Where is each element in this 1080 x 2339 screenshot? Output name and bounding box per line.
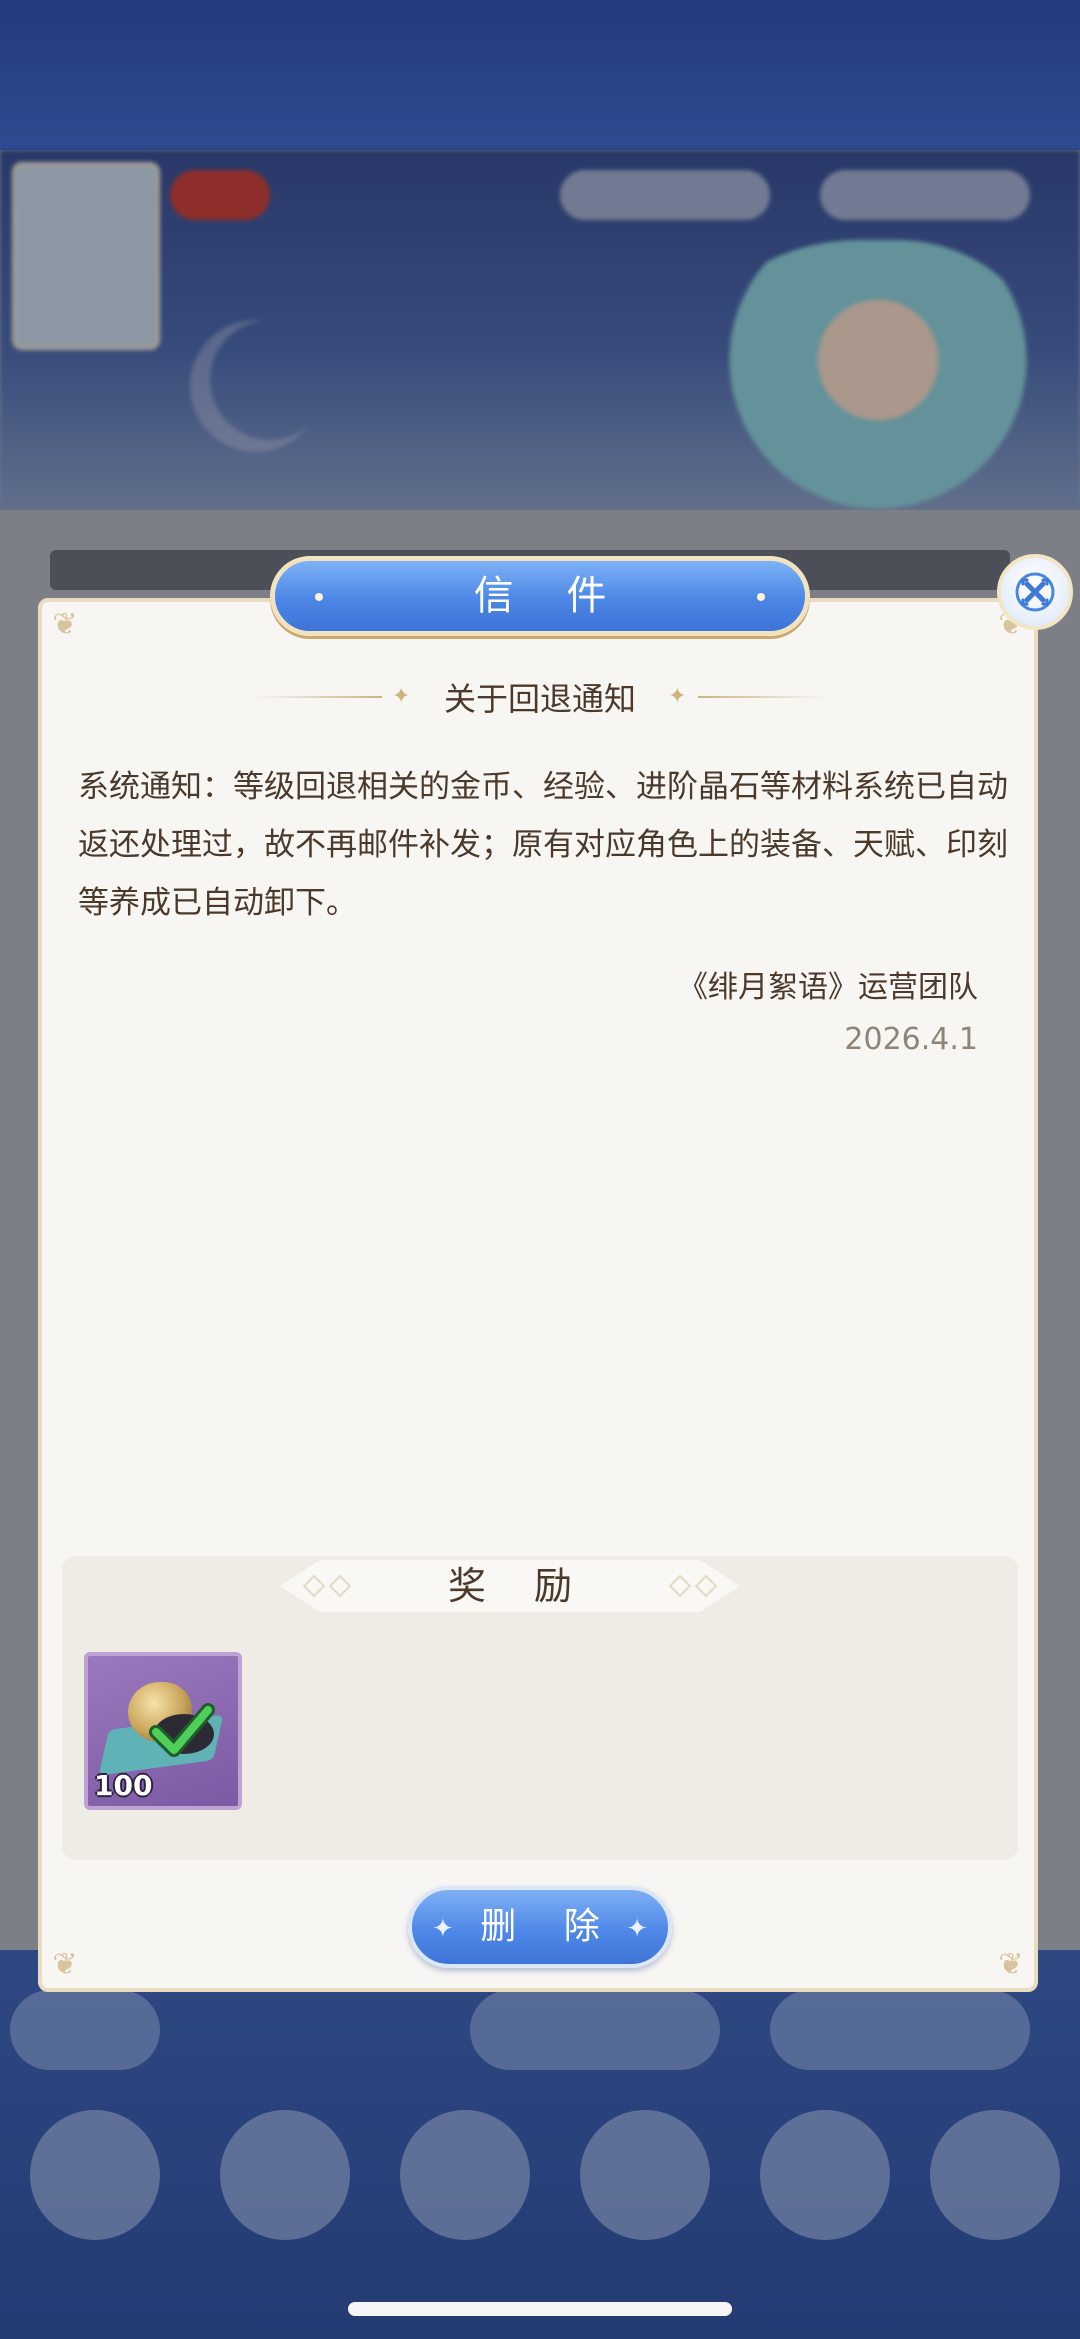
moon-decoration	[210, 320, 330, 440]
corner-ornament-icon: ❦	[52, 1947, 78, 1982]
reward-count: 100	[94, 1769, 153, 1802]
mail-subject-row: ✦ 关于回退通知 ✦	[210, 672, 870, 722]
character-illustration	[680, 240, 1040, 540]
dialog-title: 信 件	[473, 573, 627, 619]
corner-ornament-icon: ❦	[998, 1947, 1024, 1982]
background-banner	[0, 150, 1080, 540]
corner-ornament-icon: ❦	[52, 607, 78, 642]
background-character-row	[10, 2110, 1070, 2250]
background-badge	[170, 170, 270, 220]
background-currency-pill	[560, 170, 770, 220]
mail-body: 系统通知：等级回退相关的金币、经验、进阶晶石等材料系统已自动返还处理过，故不再邮…	[78, 769, 1008, 921]
background-character	[220, 2110, 350, 2240]
background-button	[770, 1990, 1030, 2070]
reward-item[interactable]: 100	[84, 1652, 242, 1810]
background-back-button	[10, 1990, 160, 2070]
close-icon	[1015, 572, 1055, 612]
divider-ornament-icon: ✦	[668, 686, 828, 708]
background-bottom-bar	[0, 1950, 1080, 2339]
background-currency-pill	[820, 170, 1030, 220]
home-indicator	[348, 2302, 732, 2316]
background-top-bar	[0, 0, 1080, 150]
reward-title: 奖 励	[447, 1564, 591, 1608]
background-character	[760, 2110, 890, 2240]
avatar	[12, 162, 160, 350]
mail-signature: 《绯月絮语》运营团队	[678, 970, 978, 1005]
background-character	[580, 2110, 710, 2240]
claimed-check-icon	[149, 1703, 215, 1757]
mail-date: 2026.4.1	[844, 1022, 978, 1057]
background-button	[470, 1990, 720, 2070]
background-character	[30, 2110, 160, 2240]
background-character	[930, 2110, 1060, 2240]
delete-button[interactable]: ✦ ✦ 删 除	[408, 1886, 672, 1968]
dialog-header: 信 件	[270, 556, 810, 636]
mail-subject: 关于回退通知	[443, 680, 636, 718]
background-character	[400, 2110, 530, 2240]
delete-button-label: 删 除	[480, 1906, 618, 1947]
divider-ornament-icon: ✦	[251, 686, 412, 708]
close-button[interactable]	[997, 554, 1073, 630]
reward-header: 奖 励	[280, 1560, 740, 1612]
